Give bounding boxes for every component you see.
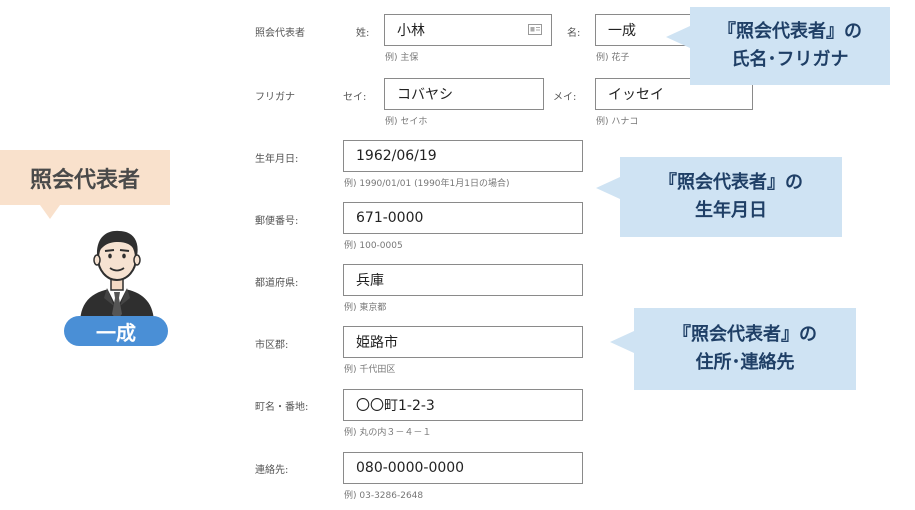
street-address-input[interactable]: 〇〇町1-2-3 — [343, 389, 583, 421]
birth-callout: 『照会代表者』の 生年月日 — [620, 157, 842, 237]
city-input[interactable]: 姫路市 — [343, 326, 583, 358]
postal-code-hint: 例) 100-0005 — [344, 241, 403, 251]
street-address-label: 町名・番地: — [255, 402, 309, 413]
prefecture-label: 都道府県: — [255, 278, 299, 289]
birth-callout-line2: 生年月日 — [695, 200, 767, 221]
postal-code-input[interactable]: 671-0000 — [343, 202, 583, 234]
birth-callout-line1: 『照会代表者』の — [659, 172, 803, 193]
birth-date-input[interactable]: 1962/06/19 — [343, 140, 583, 172]
first-name-value: 一成 — [608, 23, 636, 39]
kana-first-value: イッセイ — [608, 87, 664, 103]
role-bubble-tail — [40, 205, 60, 219]
birth-date-hint: 例) 1990/01/01 (1990年1月1日の場合) — [344, 179, 510, 189]
birth-date-label: 生年月日: — [255, 154, 299, 165]
name-callout-pointer — [666, 26, 690, 48]
name-callout-line2: 氏名･フリガナ — [731, 49, 849, 70]
street-address-value: 〇〇町1-2-3 — [356, 398, 435, 414]
last-name-hint: 例) 主保 — [385, 53, 419, 63]
birth-date-value: 1962/06/19 — [356, 148, 437, 164]
role-bubble: 照会代表者 — [0, 150, 170, 205]
kana-last-value: コバヤシ — [397, 87, 453, 103]
address-callout: 『照会代表者』の 住所･連絡先 — [634, 308, 856, 390]
contact-card-icon[interactable] — [528, 24, 542, 35]
address-callout-line1: 『照会代表者』の — [673, 324, 817, 345]
address-callout-line2: 住所･連絡先 — [695, 352, 795, 373]
name-row-label: 照会代表者 — [255, 28, 305, 39]
persona-name-label: 一成 — [96, 320, 136, 345]
name-callout: 『照会代表者』の 氏名･フリガナ — [690, 7, 890, 85]
address-callout-pointer — [610, 331, 634, 353]
postal-code-label: 郵便番号: — [255, 216, 299, 227]
city-value: 姫路市 — [356, 335, 398, 351]
prefecture-hint: 例) 東京都 — [344, 303, 387, 313]
kana-last-hint: 例) セイホ — [385, 117, 428, 127]
phone-hint: 例) 03-3286-2648 — [344, 491, 424, 501]
name-callout-line1: 『照会代表者』の — [718, 21, 862, 42]
prefecture-input[interactable]: 兵庫 — [343, 264, 583, 296]
kana-last-label: セイ: — [343, 92, 367, 103]
first-name-label: 名: — [567, 28, 581, 39]
kana-first-label: メイ: — [553, 92, 577, 103]
last-name-label: 姓: — [356, 28, 370, 39]
role-bubble-label: 照会代表者 — [29, 167, 140, 193]
phone-value: 080-0000-0000 — [356, 460, 465, 476]
birth-callout-pointer — [596, 177, 620, 199]
businessman-avatar-icon — [80, 230, 154, 324]
city-label: 市区郡: — [255, 340, 289, 351]
city-hint: 例) 千代田区 — [344, 365, 396, 375]
kana-last-input[interactable]: コバヤシ — [384, 78, 544, 110]
phone-input[interactable]: 080-0000-0000 — [343, 452, 583, 484]
kana-row-label: フリガナ — [255, 92, 295, 103]
postal-code-value: 671-0000 — [356, 210, 424, 226]
prefecture-value: 兵庫 — [356, 273, 384, 289]
first-name-hint: 例) 花子 — [596, 53, 630, 63]
persona-name-pill: 一成 — [64, 316, 168, 346]
phone-label: 連絡先: — [255, 465, 289, 476]
kana-first-hint: 例) ハナコ — [596, 117, 639, 127]
street-address-hint: 例) 丸の内３－４－１ — [344, 428, 432, 438]
last-name-input[interactable]: 小林 — [384, 14, 552, 46]
last-name-value: 小林 — [397, 23, 425, 39]
